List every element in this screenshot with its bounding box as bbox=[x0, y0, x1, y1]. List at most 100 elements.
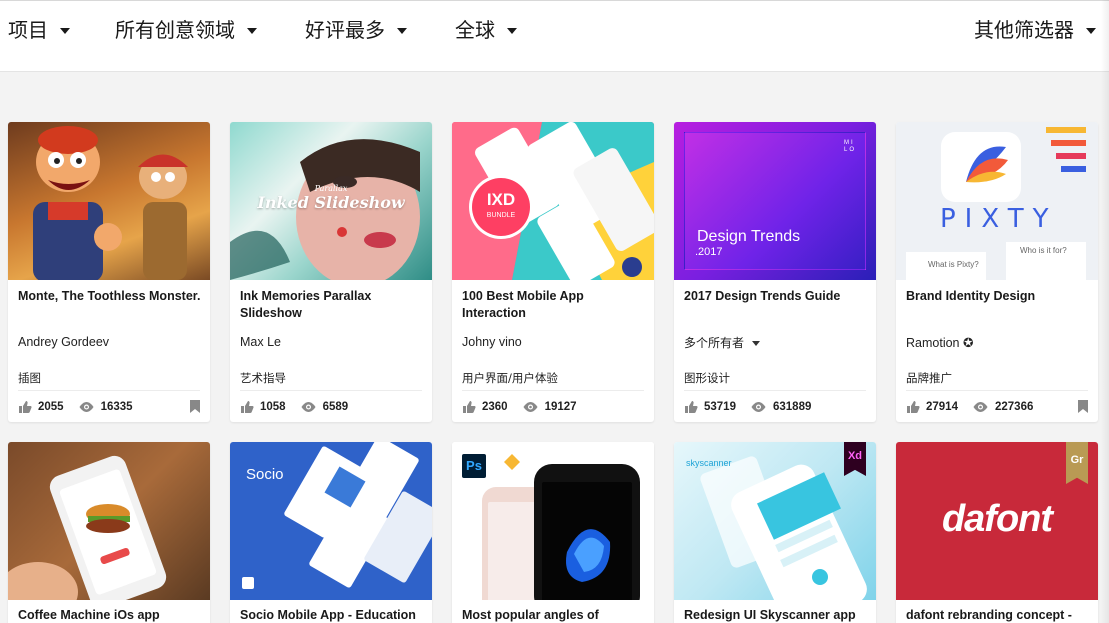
appreciations-count: 2360 bbox=[482, 401, 508, 413]
thumbs-up-icon bbox=[685, 401, 698, 413]
appreciations-count: 27914 bbox=[926, 401, 958, 413]
project-card[interactable]: skyscanner Xd Redesign UI Skyscanner app bbox=[674, 442, 876, 623]
project-thumbnail[interactable]: Socio bbox=[230, 442, 432, 600]
project-title[interactable]: Socio Mobile App - Education bbox=[240, 608, 416, 622]
project-title[interactable]: Most popular angles of bbox=[462, 608, 599, 622]
pixty-logo-text: PIXTY bbox=[940, 204, 1058, 234]
project-stats: 1058 6589 bbox=[240, 398, 422, 416]
skyscanner-logo-text: skyscanner bbox=[686, 458, 732, 468]
location-filter-dropdown[interactable]: 全球 bbox=[455, 15, 517, 45]
brand-identity-mockup-image bbox=[906, 127, 1086, 280]
ixd-bundle-badge: IXD BUNDLE bbox=[472, 178, 530, 236]
photoshop-badge-icon: Ps bbox=[462, 454, 486, 478]
project-title[interactable]: Redesign UI Skyscanner app bbox=[684, 608, 856, 622]
divider bbox=[906, 390, 1088, 391]
thumbs-up-icon bbox=[19, 401, 32, 413]
project-stats: 27914 227366 bbox=[906, 398, 1088, 416]
eye-icon bbox=[523, 402, 538, 412]
location-filter-label: 全球 bbox=[455, 18, 495, 42]
chevron-down-icon bbox=[1086, 28, 1096, 34]
bookmark-icon[interactable] bbox=[190, 400, 200, 413]
appreciations-count: 53719 bbox=[704, 401, 736, 413]
project-title[interactable]: 100 Best Mobile App Interaction bbox=[462, 288, 647, 322]
thumbnail-subtext: Who is it for? bbox=[1020, 246, 1067, 255]
creative-field-label[interactable]: 用户界面/用户体验 bbox=[462, 370, 558, 386]
views-count: 19127 bbox=[544, 401, 577, 413]
gallery-badge-icon: Gr bbox=[1066, 442, 1088, 484]
owner-name[interactable]: Andrey Gordeev bbox=[18, 335, 109, 349]
thumbs-up-icon bbox=[907, 401, 920, 413]
project-thumbnail[interactable]: dafont Gr bbox=[896, 442, 1098, 600]
eye-icon bbox=[973, 402, 988, 412]
projects-filter-label: 项目 bbox=[8, 18, 48, 42]
project-card[interactable]: dafont Gr dafont rebranding concept - bbox=[896, 442, 1098, 623]
views-count: 227366 bbox=[994, 401, 1034, 413]
bookmark-icon[interactable] bbox=[1078, 400, 1088, 413]
project-card[interactable]: Monte, The Toothless Monster. Andrey Gor… bbox=[8, 122, 210, 422]
eye-icon bbox=[751, 402, 766, 412]
creative-field-label[interactable]: 艺术指导 bbox=[240, 370, 286, 386]
chevron-down-icon bbox=[247, 28, 257, 34]
more-filters-dropdown[interactable]: 其他筛选器 bbox=[974, 15, 1096, 45]
project-thumbnail[interactable] bbox=[8, 442, 210, 600]
project-title[interactable]: Ink Memories Parallax Slideshow bbox=[240, 288, 425, 322]
project-title[interactable]: Monte, The Toothless Monster. bbox=[18, 288, 203, 305]
sort-filter-dropdown[interactable]: 好评最多 bbox=[305, 15, 407, 45]
owner-name[interactable]: Ramotion ✪ bbox=[906, 335, 973, 350]
multiple-owners-dropdown[interactable]: 多个所有者 bbox=[684, 334, 761, 351]
project-card[interactable]: PIXTY What is Pixty? Who is it for? Bran… bbox=[896, 122, 1098, 422]
project-card[interactable]: Parallax Inked Slideshow Ink Memories Pa… bbox=[230, 122, 432, 422]
project-card[interactable]: Ps Most popular angles of bbox=[452, 442, 654, 623]
appreciations-count: 2055 bbox=[38, 401, 64, 413]
project-title[interactable]: 2017 Design Trends Guide bbox=[684, 288, 869, 305]
project-owner[interactable]: Max Le bbox=[240, 335, 281, 349]
divider bbox=[18, 390, 200, 391]
thumbnail-subtext: What is Pixty? bbox=[928, 260, 979, 269]
project-title[interactable]: Coffee Machine iOs app bbox=[18, 608, 160, 622]
creative-field-label[interactable]: 图形设计 bbox=[684, 370, 730, 386]
project-thumbnail[interactable]: MILO Design Trends .2017 bbox=[674, 122, 876, 280]
project-thumbnail[interactable]: Parallax Inked Slideshow bbox=[230, 122, 432, 280]
project-title[interactable]: Brand Identity Design bbox=[906, 288, 1091, 305]
chevron-down-icon bbox=[60, 28, 70, 34]
owner-name[interactable]: Johny vino bbox=[462, 335, 522, 349]
project-thumbnail[interactable]: IXD BUNDLE bbox=[452, 122, 654, 280]
views-count: 631889 bbox=[772, 401, 812, 413]
creative-fields-filter-label: 所有创意领域 bbox=[115, 18, 235, 42]
creative-field-label[interactable]: 品牌推广 bbox=[906, 370, 952, 386]
chevron-down-icon bbox=[397, 28, 407, 34]
creative-field-label[interactable]: 插图 bbox=[18, 370, 41, 386]
divider bbox=[462, 390, 644, 391]
thumbnail-text: Parallax Inked Slideshow bbox=[257, 184, 405, 212]
project-card[interactable]: MILO Design Trends .2017 2017 Design Tre… bbox=[674, 122, 876, 422]
divider bbox=[684, 390, 866, 391]
project-owner[interactable]: Johny vino bbox=[462, 335, 522, 349]
owner-name[interactable]: Max Le bbox=[240, 335, 281, 349]
more-filters-label: 其他筛选器 bbox=[974, 18, 1074, 42]
cartoon-illustration-image bbox=[33, 126, 188, 280]
project-title[interactable]: dafont rebranding concept - bbox=[906, 608, 1072, 622]
project-thumbnail[interactable] bbox=[8, 122, 210, 280]
chevron-down-icon bbox=[507, 28, 517, 34]
project-owner[interactable]: Andrey Gordeev bbox=[18, 335, 109, 349]
project-thumbnail[interactable]: Ps bbox=[452, 442, 654, 600]
project-thumbnail[interactable]: skyscanner Xd bbox=[674, 442, 876, 600]
project-card[interactable]: IXD BUNDLE 100 Best Mobile App Interacti… bbox=[452, 122, 654, 422]
project-stats: 2055 16335 bbox=[18, 398, 200, 416]
project-thumbnail[interactable]: PIXTY What is Pixty? Who is it for? bbox=[896, 122, 1098, 280]
chevron-down-icon bbox=[752, 341, 761, 346]
divider bbox=[240, 390, 422, 391]
scrollbar-shadow bbox=[1101, 0, 1109, 623]
creative-fields-filter-dropdown[interactable]: 所有创意领域 bbox=[115, 15, 257, 45]
project-card[interactable]: Coffee Machine iOs app bbox=[8, 442, 210, 623]
thumbs-up-icon bbox=[463, 401, 476, 413]
milo-logo: MILO bbox=[844, 140, 857, 153]
project-owner[interactable]: Ramotion ✪ bbox=[906, 335, 973, 350]
owner-name[interactable]: 多个所有者 bbox=[684, 334, 744, 351]
project-stats: 2360 19127 bbox=[462, 398, 644, 416]
eye-icon bbox=[79, 402, 94, 412]
appreciations-count: 1058 bbox=[260, 401, 286, 413]
project-card[interactable]: Socio Socio Mobile App - Education bbox=[230, 442, 432, 623]
views-count: 6589 bbox=[322, 401, 349, 413]
projects-filter-dropdown[interactable]: 项目 bbox=[8, 15, 70, 45]
